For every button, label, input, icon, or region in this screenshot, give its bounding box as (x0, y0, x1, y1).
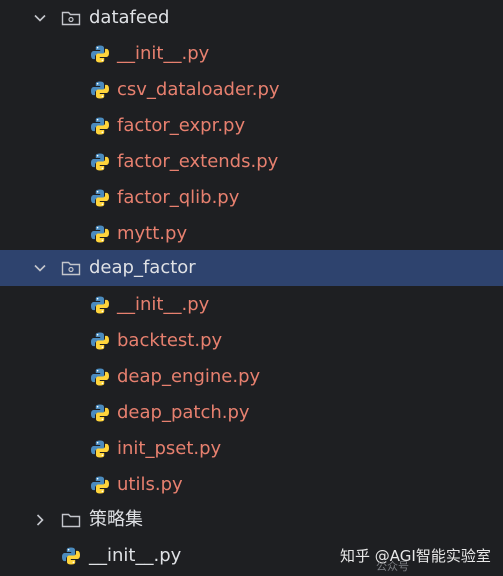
file-label: mytt.py (117, 223, 188, 244)
python-file-icon (89, 115, 111, 137)
python-file-icon (89, 294, 111, 316)
chevron-down-icon[interactable] (32, 260, 48, 276)
watermark-sub: 公众号 (376, 560, 409, 573)
file-row[interactable]: factor_extends.py (0, 144, 503, 180)
python-file-icon (89, 151, 111, 173)
file-label: __init__.py (117, 43, 210, 64)
file-label: factor_qlib.py (117, 187, 240, 208)
folder-label: datafeed (89, 7, 170, 28)
project-tree: datafeed __init__.py csv_dataloader.py f… (0, 0, 503, 576)
python-file-icon (89, 79, 111, 101)
file-row[interactable]: mytt.py (0, 216, 503, 252)
python-file-icon (89, 330, 111, 352)
python-file-icon (89, 187, 111, 209)
python-file-icon (89, 366, 111, 388)
folder-icon (60, 257, 82, 279)
folder-label: deap_factor (89, 257, 196, 278)
file-label: factor_extends.py (117, 151, 279, 172)
file-label: csv_dataloader.py (117, 79, 280, 100)
file-label: backtest.py (117, 330, 223, 351)
file-label: __init__.py (117, 294, 210, 315)
file-label: init_pset.py (117, 438, 222, 459)
watermark-text: 知乎 @AGI智能实验室 (340, 546, 491, 565)
python-file-icon (89, 402, 111, 424)
file-label: utils.py (117, 474, 183, 495)
file-label: factor_expr.py (117, 115, 246, 136)
file-row[interactable]: deap_patch.py (0, 395, 503, 431)
file-row[interactable]: init_pset.py (0, 431, 503, 467)
folder-row-deap-factor[interactable]: deap_factor (0, 250, 503, 286)
folder-row-strategy-set[interactable]: 策略集 (0, 502, 503, 538)
folder-row-datafeed[interactable]: datafeed (0, 0, 503, 36)
file-row[interactable]: factor_qlib.py (0, 180, 503, 216)
watermark: 知乎 @AGI智能实验室 公众号 (340, 540, 491, 574)
python-file-icon (89, 474, 111, 496)
python-file-icon (89, 438, 111, 460)
python-file-icon (89, 43, 111, 65)
python-file-icon (89, 223, 111, 245)
file-label: __init__.py (89, 545, 182, 566)
file-label: deap_engine.py (117, 366, 261, 387)
file-row[interactable]: __init__.py (0, 287, 503, 323)
chevron-down-icon[interactable] (32, 10, 48, 26)
chevron-right-icon[interactable] (32, 512, 48, 528)
file-row[interactable]: utils.py (0, 467, 503, 503)
folder-icon (60, 509, 82, 531)
python-file-icon (60, 545, 82, 567)
file-row[interactable]: __init__.py (0, 36, 503, 72)
file-label: deap_patch.py (117, 402, 250, 423)
folder-label: 策略集 (89, 509, 143, 530)
file-row[interactable]: factor_expr.py (0, 108, 503, 144)
file-row[interactable]: csv_dataloader.py (0, 72, 503, 108)
file-row[interactable]: backtest.py (0, 323, 503, 359)
folder-icon (60, 7, 82, 29)
file-row[interactable]: deap_engine.py (0, 359, 503, 395)
